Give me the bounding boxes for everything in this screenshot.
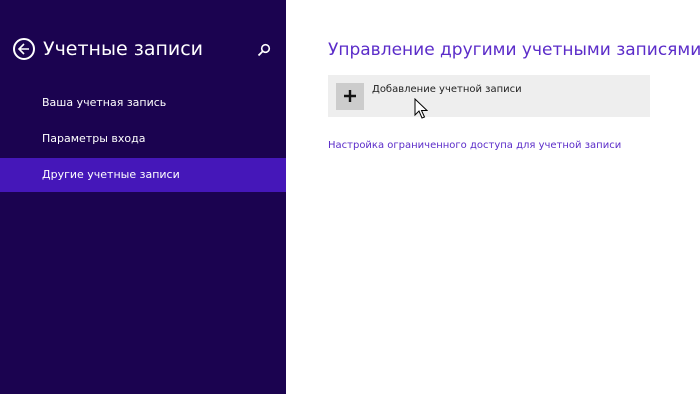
sidebar-item-sign-in-options[interactable]: Параметры входа xyxy=(0,122,286,156)
plus-icon xyxy=(344,90,356,102)
sidebar-item-label: Ваша учетная запись xyxy=(42,96,167,109)
sidebar-item-label: Параметры входа xyxy=(42,132,146,145)
sidebar: Учетные записи Ваша учетная запись Парам… xyxy=(0,0,286,394)
page-title: Управление другими учетными записями xyxy=(328,40,700,60)
settings-window: Учетные записи Ваша учетная запись Парам… xyxy=(0,0,700,394)
sidebar-item-label: Другие учетные записи xyxy=(42,168,180,181)
sidebar-item-your-account[interactable]: Ваша учетная запись xyxy=(0,86,286,120)
assigned-access-link[interactable]: Настройка ограниченного доступа для учет… xyxy=(328,139,621,153)
search-button[interactable] xyxy=(257,42,271,57)
mouse-pointer-icon xyxy=(414,98,428,119)
plus-icon-box xyxy=(336,83,364,110)
search-icon xyxy=(257,43,271,57)
sidebar-item-other-accounts[interactable]: Другие учетные записи xyxy=(0,158,286,192)
sidebar-title: Учетные записи xyxy=(43,38,204,60)
back-arrow-icon xyxy=(18,43,29,55)
add-account-button[interactable]: Добавление учетной записи xyxy=(328,75,650,117)
back-button[interactable] xyxy=(13,38,35,60)
add-account-label: Добавление учетной записи xyxy=(372,84,522,95)
